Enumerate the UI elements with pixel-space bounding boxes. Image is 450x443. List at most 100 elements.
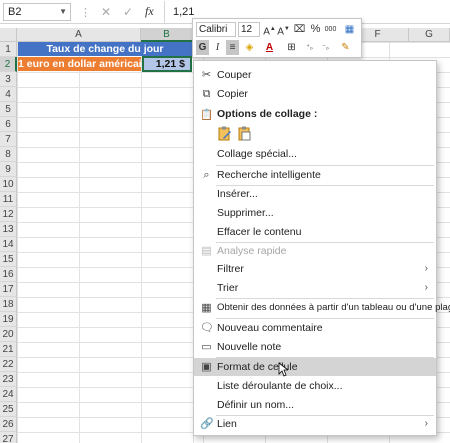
menu-item-label: Supprimer... — [217, 207, 274, 219]
copy-icon: ⧉ — [202, 88, 211, 100]
insert-function-icon[interactable]: fx — [145, 4, 154, 19]
row-header[interactable]: 1 — [0, 42, 17, 57]
name-box-value: B2 — [8, 6, 22, 18]
chevron-right-icon: › — [424, 282, 428, 293]
row-header[interactable]: 26 — [0, 417, 17, 432]
menu-item-sort[interactable]: Trier › — [194, 279, 436, 297]
currency-format-icon[interactable]: ⌧ — [293, 22, 306, 37]
row-header[interactable]: 22 — [0, 357, 17, 372]
font-name-value: Calibri — [199, 24, 228, 35]
menu-item-dropdown-list[interactable]: Liste déroulante de choix... — [194, 377, 436, 395]
menu-item-define-name[interactable]: Définir un nom... — [194, 396, 436, 414]
context-menu: ✂ Couper ⧉ Copier 📋 Options de collage :… — [193, 60, 450, 436]
comment-icon: 🗨 — [200, 322, 214, 334]
borders-icon[interactable]: ⊞ — [285, 40, 298, 55]
fill-color-icon[interactable]: ◈ — [243, 40, 256, 55]
font-size-select[interactable]: 12 — [238, 22, 260, 37]
percent-icon[interactable]: % — [309, 22, 322, 37]
menu-item-new-comment[interactable]: 🗨 Nouveau commentaire — [194, 319, 436, 337]
menu-item-label: Couper — [217, 69, 252, 81]
chevron-right-icon: › — [424, 418, 428, 429]
row-header[interactable]: 8 — [0, 147, 17, 162]
row-header[interactable]: 10 — [0, 177, 17, 192]
menu-item-label: Analyse rapide — [217, 245, 287, 257]
menu-item-quick-analysis[interactable]: ▤ Analyse rapide — [194, 242, 436, 260]
row-header[interactable]: 17 — [0, 282, 17, 297]
row-header[interactable]: 3 — [0, 72, 17, 87]
search-icon: ⌕ — [203, 169, 210, 181]
increase-font-icon[interactable]: A▲ — [263, 22, 276, 37]
cell-a1-title[interactable]: Taux de change du jour — [18, 42, 192, 56]
menu-item-copy[interactable]: ⧉ Copier — [194, 85, 436, 103]
bold-icon[interactable]: G — [196, 40, 209, 55]
row-header[interactable]: 20 — [0, 327, 17, 342]
decrease-decimal-icon[interactable]: ⁻₀ — [319, 40, 332, 55]
menu-item-label: Recherche intelligente — [217, 169, 321, 181]
menu-item-cut[interactable]: ✂ Couper — [194, 66, 436, 84]
row-header[interactable]: 9 — [0, 162, 17, 177]
menu-item-delete[interactable]: Supprimer... — [194, 204, 436, 222]
column-header-a[interactable]: A — [17, 28, 141, 42]
format-painter-icon[interactable]: ✎ — [339, 40, 352, 55]
confirm-icon[interactable]: ✓ — [120, 4, 136, 20]
column-header-g[interactable]: G — [409, 28, 450, 42]
link-icon: 🔗 — [200, 418, 214, 430]
italic-icon[interactable]: I — [211, 40, 224, 55]
menu-item-label: Obtenir des données à partir d'un tablea… — [217, 302, 450, 313]
menu-item-label: Nouveau commentaire — [217, 322, 323, 334]
decrease-font-icon[interactable]: A▼ — [277, 22, 290, 37]
row-header[interactable]: 12 — [0, 207, 17, 222]
paste-options-label: Options de collage : — [217, 108, 318, 120]
menu-item-label: Définir un nom... — [217, 399, 295, 411]
row-header[interactable]: 6 — [0, 117, 17, 132]
thousands-separator-icon[interactable]: 000 — [324, 22, 337, 37]
menu-item-get-data[interactable]: ▦ Obtenir des données à partir d'un tabl… — [194, 299, 450, 317]
menu-item-new-note[interactable]: ▭ Nouvelle note — [194, 338, 436, 356]
row-header[interactable]: 14 — [0, 237, 17, 252]
format-cells-icon: ▣ — [201, 361, 212, 373]
row-header[interactable]: 19 — [0, 312, 17, 327]
menu-item-label: Liste déroulante de choix... — [217, 380, 343, 392]
cell-a2-label[interactable]: 1 euro en dollar américain — [18, 57, 141, 71]
quick-analysis-icon: ▤ — [201, 245, 212, 257]
select-all-corner[interactable] — [0, 28, 17, 42]
align-center-icon[interactable]: ≡ — [226, 40, 239, 55]
row-header[interactable]: 2 — [0, 57, 17, 72]
row-header[interactable]: 16 — [0, 267, 17, 282]
more-options-icon[interactable]: ⋮ — [80, 6, 91, 19]
menu-item-label: Filtrer — [217, 263, 244, 275]
row-header[interactable]: 23 — [0, 372, 17, 387]
font-name-select[interactable]: Calibri — [196, 22, 236, 37]
row-header[interactable]: 11 — [0, 192, 17, 207]
cell-b2-selected[interactable]: 1,21 $ — [142, 56, 192, 72]
paste-formatting-icon[interactable] — [218, 126, 232, 141]
row-header[interactable]: 7 — [0, 132, 17, 147]
menu-item-paste-special[interactable]: Collage spécial... — [194, 145, 436, 163]
paste-values-icon[interactable] — [238, 126, 252, 141]
menu-item-format-cells[interactable]: ▣ Format de cellule — [194, 358, 436, 376]
row-header[interactable]: 18 — [0, 297, 17, 312]
menu-item-smart-lookup[interactable]: ⌕ Recherche intelligente — [194, 166, 436, 184]
row-header[interactable]: 4 — [0, 87, 17, 102]
row-header[interactable]: 5 — [0, 102, 17, 117]
row-header[interactable]: 21 — [0, 342, 17, 357]
menu-item-insert[interactable]: Insérer... — [194, 185, 436, 203]
row-header[interactable]: 15 — [0, 252, 17, 267]
column-header-b[interactable]: B — [141, 28, 193, 42]
cancel-icon[interactable]: ✕ — [98, 4, 114, 20]
menu-item-link[interactable]: 🔗 Lien › — [194, 415, 436, 433]
menu-item-filter[interactable]: Filtrer › — [194, 260, 436, 278]
font-color-icon[interactable]: A — [263, 40, 276, 55]
table-icon: ▦ — [201, 302, 212, 314]
row-header[interactable]: 13 — [0, 222, 17, 237]
increase-decimal-icon[interactable]: ⁺₀ — [303, 40, 316, 55]
menu-item-label: Nouvelle note — [217, 341, 282, 353]
chevron-down-icon[interactable]: ▼ — [59, 4, 67, 20]
row-header[interactable]: 24 — [0, 387, 17, 402]
row-header[interactable]: 25 — [0, 402, 17, 417]
mini-toolbar: Calibri 12 A▲ A▼ ⌧ % 000 ▦ G I ≡ ◈ A ⊞ ⁺… — [192, 18, 362, 58]
row-header[interactable]: 27 — [0, 432, 17, 443]
name-box[interactable]: B2 ▼ — [3, 3, 71, 21]
menu-item-clear-contents[interactable]: Effacer le contenu — [194, 223, 436, 241]
format-table-icon[interactable]: ▦ — [343, 22, 356, 37]
